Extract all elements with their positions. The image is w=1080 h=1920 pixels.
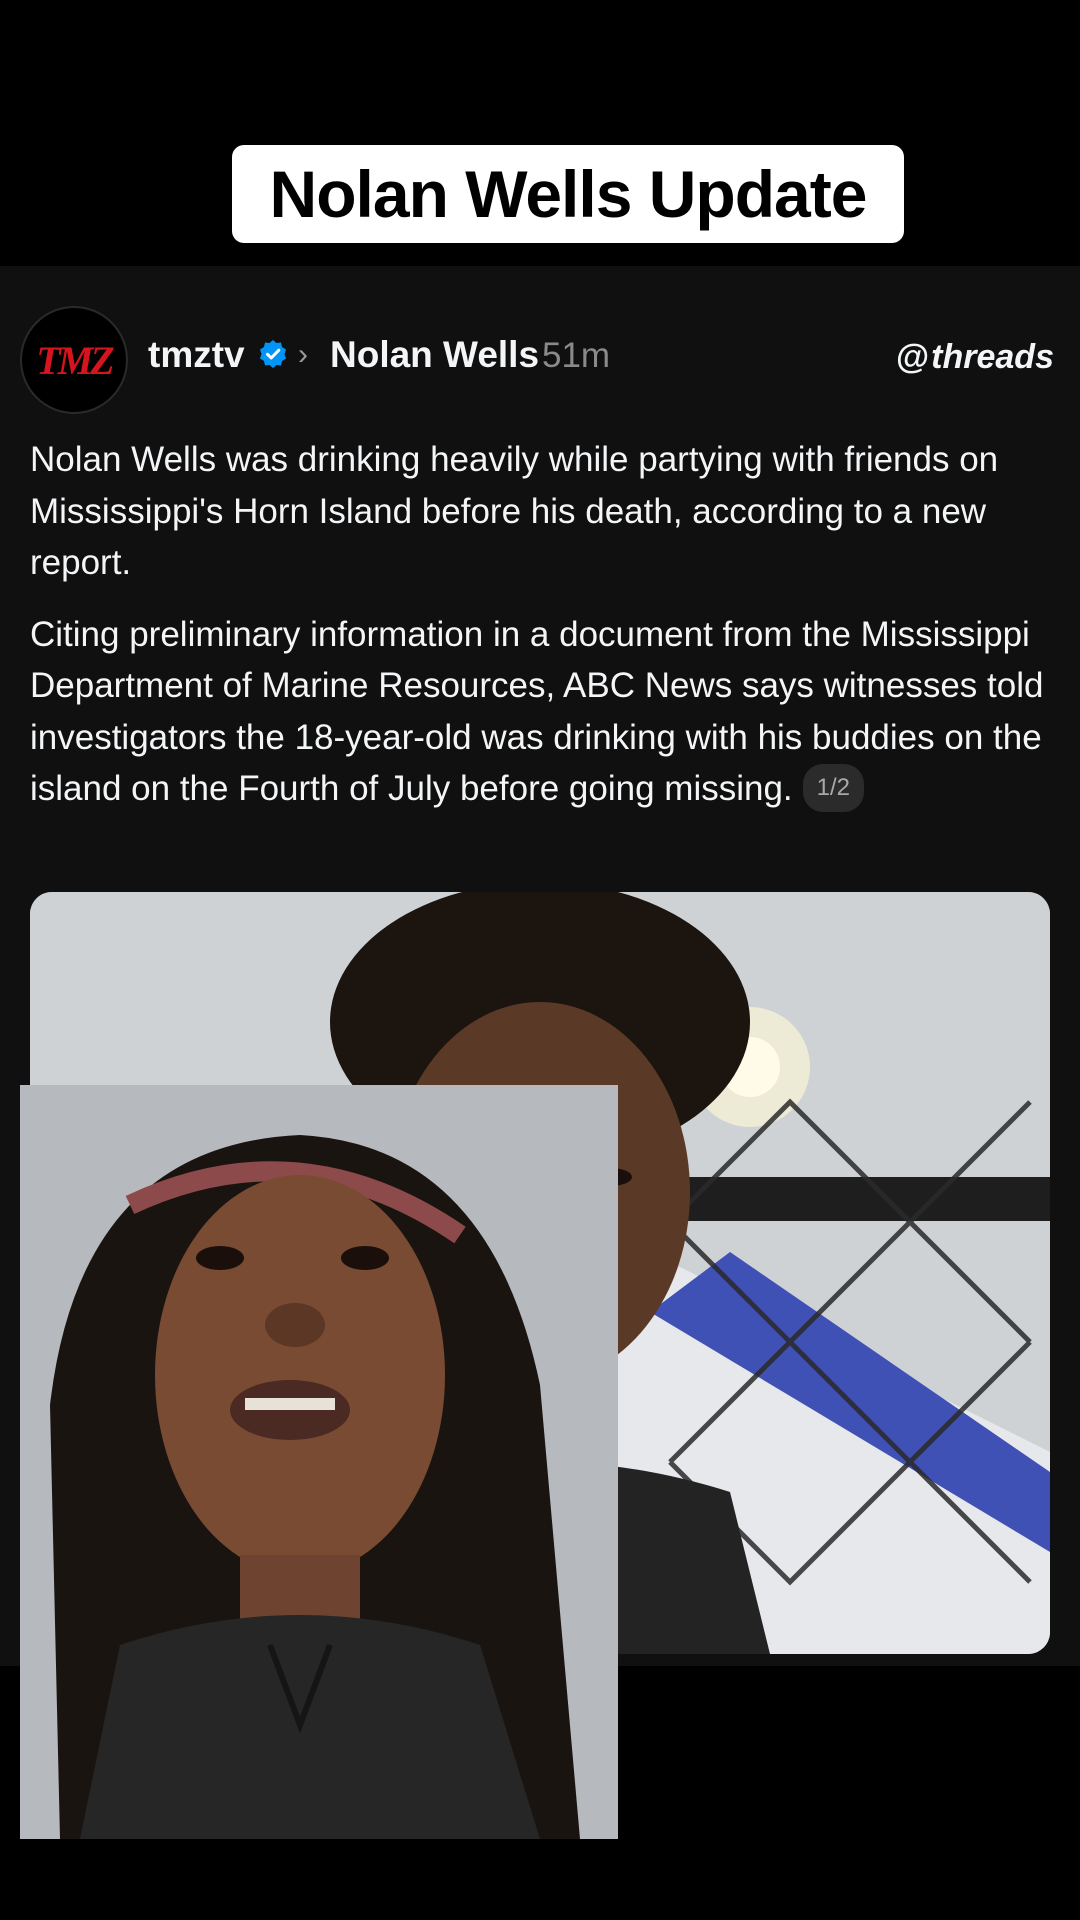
threads-wordmark: threads [931,338,1054,376]
post-paragraph-1: Nolan Wells was drinking heavily while p… [30,440,999,582]
threads-brand: @ threads [896,338,1054,377]
creator-illustration [20,1085,618,1839]
caption-overlay: Nolan Wells Update [232,145,904,243]
creator-video-overlay [20,1085,618,1839]
timestamp: 51m [542,336,611,375]
caption-text: Nolan Wells Update [269,157,868,231]
post-body: Nolan Wells was drinking heavily while p… [30,434,1050,815]
username[interactable]: tmztv [148,334,245,376]
post-paragraph-2-text: Citing preliminary information in a docu… [30,614,1044,809]
video-frame: Nolan Wells Update TMZ tmztv › Nolan Wel… [0,0,1080,1920]
avatar[interactable]: TMZ [20,306,128,414]
topic-tag[interactable]: Nolan Wells [330,334,539,376]
verified-badge-icon [260,340,286,368]
post-header: TMZ tmztv › Nolan Wells 51m @ threads [0,266,1080,446]
post-paragraph-2: Citing preliminary information in a docu… [30,609,1050,815]
tmz-logo: TMZ [36,337,114,383]
chevron-right-icon: › [298,338,308,371]
pager-badge[interactable]: 1/2 [802,763,865,812]
threads-logo-icon: @ [896,338,930,376]
